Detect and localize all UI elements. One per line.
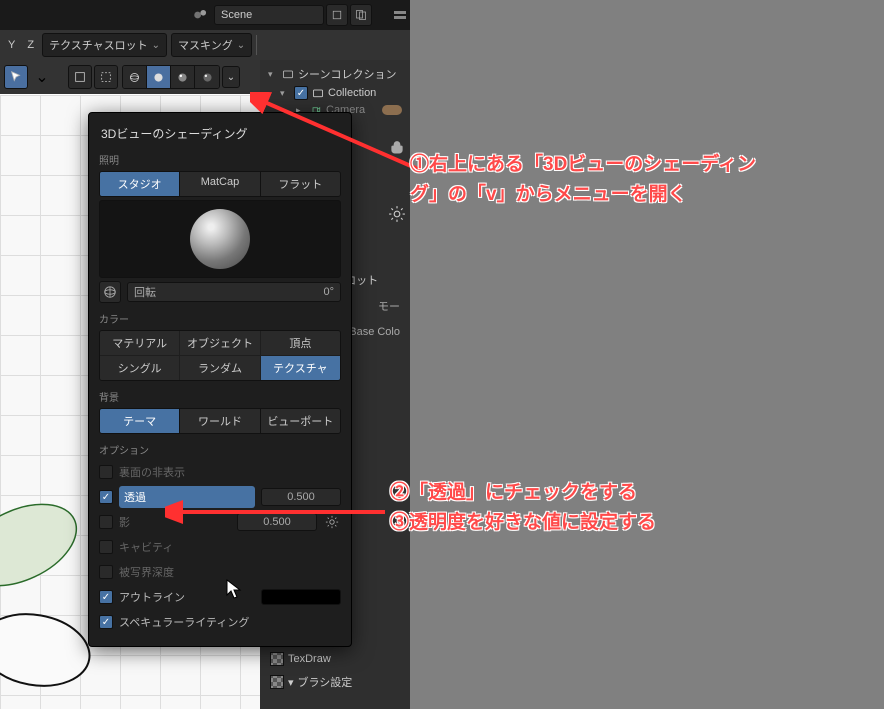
color-object-btn[interactable]: オブジェクト — [180, 331, 259, 355]
annotation-text: ①右上にある「3Dビューのシェーディン — [410, 150, 756, 180]
cavity-label: キャビティ — [119, 539, 341, 555]
color-texture-btn[interactable]: テクスチャ — [261, 356, 340, 380]
cavity-row: キャビティ — [99, 536, 341, 558]
top-bar — [0, 0, 410, 30]
gizmo-btn[interactable] — [94, 65, 118, 89]
bg-theme-tab[interactable]: テーマ — [100, 409, 180, 433]
viewlayer-icon — [392, 7, 408, 23]
backface-label: 裏面の非表示 — [119, 464, 341, 480]
select-tool-btn[interactable] — [4, 65, 28, 89]
options-section-label: オプション — [99, 442, 341, 457]
shading-popup: 3Dビューのシェーディング 照明 スタジオ MatCap フラット 回転0° カ… — [88, 112, 352, 647]
dropdown-label: マスキング — [178, 37, 233, 53]
solid-shading-btn[interactable] — [147, 66, 171, 88]
outline-label: アウトライン — [119, 589, 255, 605]
rotation-value: 0° — [323, 286, 334, 298]
outliner-label: シーンコレクション — [298, 66, 396, 82]
checker-icon — [270, 675, 284, 689]
new-scene-btn[interactable] — [350, 4, 372, 26]
specular-label: スペキュラーライティング — [119, 614, 341, 630]
studio-light-preview[interactable] — [99, 200, 341, 278]
color-random-btn[interactable]: ランダム — [180, 356, 259, 380]
sphere-preview — [190, 209, 250, 269]
color-material-btn[interactable]: マテリアル — [100, 331, 179, 355]
viewport-header: ⌄ ⌄ — [0, 60, 260, 94]
scene-icon — [192, 6, 210, 24]
specular-row: スペキュラーライティング — [99, 611, 341, 633]
label: ブラシ設定 — [298, 674, 353, 690]
xray-checkbox[interactable] — [99, 490, 113, 504]
specular-checkbox[interactable] — [99, 615, 113, 629]
dof-checkbox[interactable] — [99, 565, 113, 579]
dropdown-label: テクスチャスロット — [49, 37, 148, 53]
gear-icon[interactable] — [388, 205, 406, 228]
scene-name-input[interactable] — [214, 5, 324, 25]
masking-dropdown[interactable]: マスキング — [171, 33, 252, 57]
color-single-btn[interactable]: シングル — [100, 356, 179, 380]
overlay-btn[interactable] — [68, 65, 92, 89]
axis-y-label[interactable]: Y — [4, 37, 19, 53]
outline-checkbox[interactable] — [99, 590, 113, 604]
cavity-checkbox[interactable] — [99, 540, 113, 554]
pin-scene-btn[interactable] — [326, 4, 348, 26]
rotation-label: 回転 — [134, 284, 156, 300]
color-mode-grid: マテリアル オブジェクト 頂点 シングル ランダム テクスチャ — [99, 330, 341, 381]
texdraw-row[interactable]: TexDraw — [266, 648, 406, 670]
world-space-toggle[interactable] — [99, 281, 121, 303]
annotation-arrow-1 — [250, 92, 430, 182]
label: TexDraw — [288, 653, 331, 665]
material-shading-btn[interactable] — [171, 66, 195, 88]
bg-viewport-tab[interactable]: ビューポート — [261, 409, 340, 433]
rotation-slider[interactable]: 回転 0° — [127, 282, 341, 302]
checker-icon — [270, 652, 284, 666]
annotation-2: ②「透過」にチェックをする ③透明度を好きな値に設定する — [390, 478, 656, 539]
annotation-text: グ」の「v」からメニューを開く — [410, 180, 756, 210]
annotation-arrow-2 — [165, 500, 395, 530]
backface-checkbox[interactable] — [99, 465, 113, 479]
outline-row: アウトライン — [99, 586, 341, 608]
wireframe-shading-btn[interactable] — [123, 66, 147, 88]
background-tabs: テーマ ワールド ビューポート — [99, 408, 341, 434]
rendered-shading-btn[interactable] — [195, 66, 219, 88]
dof-row: 被写界深度 — [99, 561, 341, 583]
lighting-studio-tab[interactable]: スタジオ — [100, 172, 180, 196]
shading-options-caret[interactable]: ⌄ — [222, 66, 240, 88]
annotation-text: ②「透過」にチェックをする — [390, 478, 656, 508]
header-toolbar: Y Z テクスチャスロット マスキング — [0, 30, 410, 60]
outliner-scene-collection[interactable]: ▾シーンコレクション — [264, 64, 406, 84]
annotation-text: ③透明度を好きな値に設定する — [390, 508, 656, 538]
shading-mode-segment — [122, 65, 220, 89]
color-vertex-btn[interactable]: 頂点 — [261, 331, 340, 355]
color-section-label: カラー — [99, 311, 341, 326]
dof-label: 被写界深度 — [119, 564, 341, 580]
outline-color-field[interactable] — [261, 589, 341, 605]
axis-z-label[interactable]: Z — [23, 37, 38, 53]
bg-section-label: 背景 — [99, 389, 341, 404]
annotation-1: ①右上にある「3Dビューのシェーディン グ」の「v」からメニューを開く — [410, 150, 756, 211]
texture-slot-dropdown[interactable]: テクスチャスロット — [42, 33, 167, 57]
lighting-matcap-tab[interactable]: MatCap — [180, 172, 260, 196]
brush-settings-header[interactable]: ▾ブラシ設定 — [266, 670, 406, 694]
bg-world-tab[interactable]: ワールド — [180, 409, 260, 433]
dropdown-caret[interactable]: ⌄ — [30, 65, 54, 89]
shadow-checkbox[interactable] — [99, 515, 113, 529]
backface-culling-row: 裏面の非表示 — [99, 461, 341, 483]
